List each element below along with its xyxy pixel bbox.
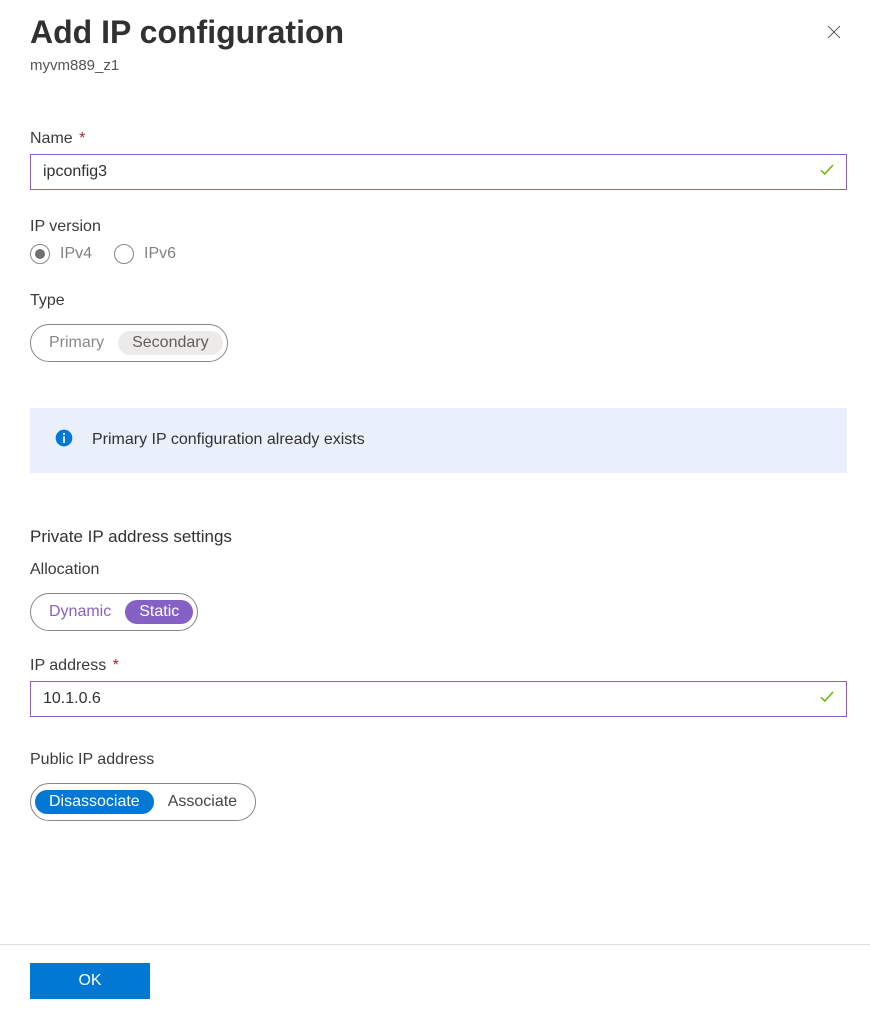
type-primary: Primary (35, 331, 118, 355)
type-secondary[interactable]: Secondary (118, 331, 223, 355)
ipv4-option-label: IPv4 (60, 245, 92, 263)
name-input[interactable] (30, 154, 847, 190)
resource-name: myvm889_z1 (30, 57, 344, 74)
public-ip-label: Public IP address (30, 751, 846, 769)
close-icon (825, 23, 843, 46)
ip-version-ipv6[interactable]: IPv6 (114, 244, 176, 264)
public-ip-toggle: Disassociate Associate (30, 783, 256, 821)
allocation-dynamic[interactable]: Dynamic (35, 600, 125, 624)
ip-version-label: IP version (30, 218, 846, 236)
allocation-static[interactable]: Static (125, 600, 193, 624)
close-button[interactable] (820, 20, 848, 48)
info-icon (54, 428, 74, 453)
ip-address-required: * (113, 657, 119, 674)
radio-icon (114, 244, 134, 264)
type-label: Type (30, 292, 846, 310)
radio-icon (30, 244, 50, 264)
type-toggle: Primary Secondary (30, 324, 228, 362)
public-ip-associate[interactable]: Associate (154, 790, 251, 814)
ok-button[interactable]: OK (30, 963, 150, 999)
info-message: Primary IP configuration already exists (92, 431, 365, 449)
allocation-label: Allocation (30, 561, 846, 579)
checkmark-icon (818, 160, 836, 183)
public-ip-disassociate[interactable]: Disassociate (35, 790, 154, 814)
page-title: Add IP configuration (30, 14, 344, 51)
ip-version-ipv4[interactable]: IPv4 (30, 244, 92, 264)
ip-address-input[interactable] (30, 681, 847, 717)
ipv6-option-label: IPv6 (144, 245, 176, 263)
allocation-toggle: Dynamic Static (30, 593, 198, 631)
name-required: * (79, 130, 85, 147)
info-banner: Primary IP configuration already exists (30, 408, 847, 473)
checkmark-icon (818, 687, 836, 710)
name-label: Name (30, 130, 73, 147)
ip-address-label: IP address (30, 657, 106, 674)
private-ip-section-title: Private IP address settings (30, 527, 846, 547)
